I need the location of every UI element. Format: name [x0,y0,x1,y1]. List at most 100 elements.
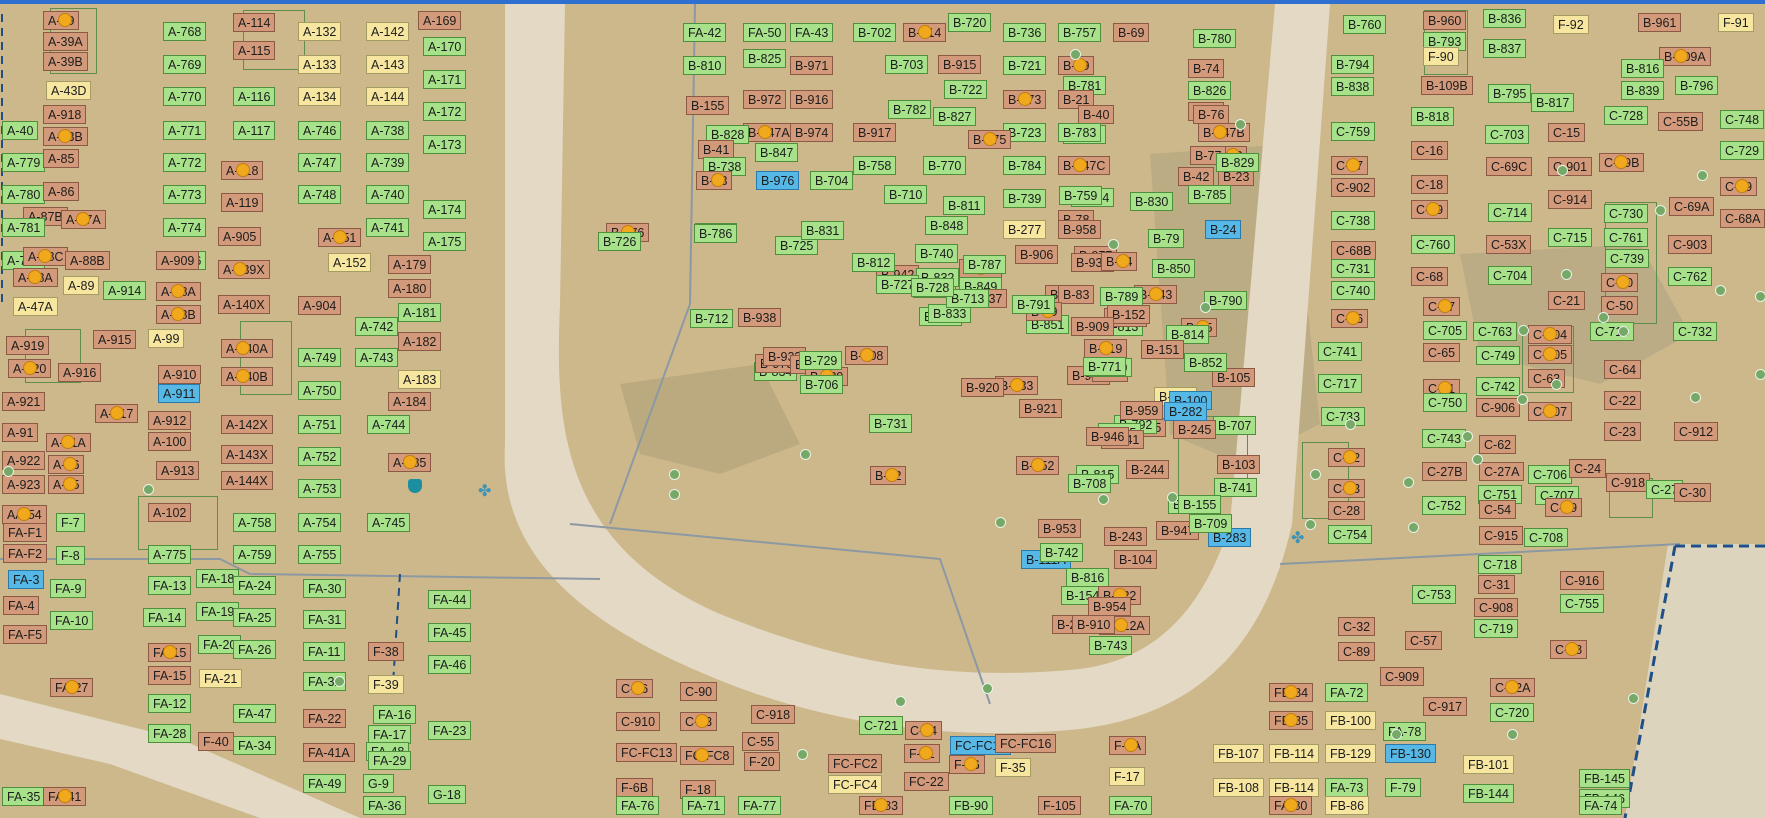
marker-dot[interactable] [110,406,124,420]
plot-label[interactable]: B-83 [1058,285,1095,304]
plot-label[interactable]: F-17 [1109,767,1145,786]
marker-dot[interactable] [1614,155,1628,169]
plot-label[interactable]: A-738 [366,121,410,140]
plot-label[interactable]: FA-10 [50,611,94,630]
plot-label[interactable]: FA-F5 [3,625,48,644]
plot-label[interactable]: A-745 [367,513,411,532]
plot-label[interactable]: A-773 [163,185,207,204]
plot-label[interactable]: A-99 [148,329,185,348]
marker-dot[interactable] [23,361,37,375]
plot-label[interactable]: A-768 [163,22,207,41]
plot-label[interactable]: B-109B [1421,76,1473,95]
plot-label[interactable]: C-918 [1606,473,1651,492]
plot-label[interactable]: A-102 [148,503,192,522]
plot-label[interactable]: FA-44 [428,590,472,609]
plot-label[interactable]: B-850 [1152,259,1196,278]
plot-label[interactable]: FA-49 [303,774,347,793]
plot-label[interactable]: A-746 [298,121,342,140]
plot-label[interactable]: A-171 [423,70,467,89]
plot-label[interactable]: A-750 [298,381,342,400]
plot-label[interactable]: A-759 [233,545,277,564]
plot-label[interactable]: A-904 [298,296,342,315]
plot-label[interactable]: A-749 [298,348,342,367]
plot-label[interactable]: A-775 [148,545,192,564]
plot-label[interactable]: B-707 [1213,416,1257,435]
marker-dot[interactable] [1343,481,1357,495]
plot-label[interactable]: C-903 [1668,235,1713,254]
plot-label[interactable]: A-911 [158,384,201,403]
marker-dot[interactable] [1284,798,1298,812]
marker-dot[interactable] [711,173,725,187]
plot-label[interactable]: C-902 [1331,178,1376,197]
plot-label[interactable]: B-839 [1621,81,1665,100]
plot-label[interactable]: A-909 [156,251,200,270]
plot-label[interactable]: B-916 [790,90,834,109]
marker-dot[interactable] [919,746,933,760]
marker-dot[interactable] [233,262,247,276]
plot-label[interactable]: FA-46 [428,655,472,674]
plot-label[interactable]: A-117 [233,121,276,140]
plot-label[interactable]: B-770 [923,156,967,175]
plot-label[interactable]: B-917 [853,123,897,142]
plot-label[interactable]: A-912 [148,411,192,430]
plot-label[interactable]: FC-FC13 [616,743,678,762]
plot-label[interactable]: FA-77 [738,796,782,815]
plot-label[interactable]: B-976 [756,171,800,190]
plot-label[interactable]: C-752 [1422,496,1467,515]
plot-label[interactable]: B-151 [1141,340,1185,359]
plot-label[interactable]: FB-86 [1325,796,1370,815]
plot-label[interactable]: B-155 [686,96,730,115]
plot-label[interactable]: B-831 [801,221,845,240]
plot-label[interactable]: B-836 [1483,9,1527,28]
plot-label[interactable]: FA-41A [303,743,355,762]
plot-label[interactable]: A-769 [163,55,207,74]
plot-label[interactable]: FB-114 [1269,744,1320,763]
plot-label[interactable]: C-54 [1479,500,1517,519]
plot-label[interactable]: F-8 [56,546,85,565]
plot-label[interactable]: A-770 [163,87,207,106]
plot-label[interactable]: C-89 [1338,642,1376,661]
marker-dot[interactable] [1073,158,1087,172]
plot-label[interactable]: FA-73 [1325,778,1369,797]
plot-label[interactable]: A-741 [366,218,410,237]
marker-dot[interactable] [171,284,185,298]
plot-label[interactable]: A-905 [218,227,262,246]
plot-label[interactable]: FA-21 [199,669,243,688]
plot-label[interactable]: FA-72 [1325,683,1369,702]
plot-label[interactable]: FA-42 [683,23,727,42]
plot-label[interactable]: B-712 [690,309,734,328]
plot-label[interactable]: C-909 [1380,667,1425,686]
plot-label[interactable]: B-938 [738,308,782,327]
plot-label[interactable]: B-795 [1488,84,1532,103]
plot-label[interactable]: C-31 [1478,575,1516,594]
plot-label[interactable]: FA-22 [303,709,347,728]
plot-label[interactable]: C-18 [1411,175,1449,194]
plot-label[interactable]: A-43D [46,81,92,100]
plot-label[interactable]: A-183 [398,370,442,389]
plot-label[interactable]: C-738 [1331,211,1376,230]
plot-label[interactable]: A-100 [148,432,192,451]
marker-dot[interactable] [1031,458,1045,472]
plot-label[interactable]: B-757 [1058,23,1102,42]
plot-label[interactable]: B-794 [1331,55,1375,74]
plot-label[interactable]: A-116 [233,87,276,106]
plot-label[interactable]: A-781 [2,218,46,237]
plot-label[interactable]: A-88B [65,251,110,270]
marker-dot[interactable] [1343,450,1357,464]
marker-dot[interactable] [1438,299,1452,313]
plot-label[interactable]: B-852 [1184,353,1228,372]
plot-label[interactable]: C-27B [1422,462,1468,481]
plot-label[interactable]: A-169 [418,11,462,30]
plot-label[interactable]: B-782 [888,100,932,119]
plot-label[interactable]: B-972 [743,90,787,109]
marker-dot[interactable] [1543,327,1557,341]
marker-dot[interactable] [1149,287,1163,301]
marker-dot[interactable] [1505,680,1519,694]
marker-dot[interactable] [1213,125,1227,139]
plot-label[interactable]: FB-144 [1463,784,1514,803]
marker-dot[interactable] [1124,738,1138,752]
plot-label[interactable]: A-747 [298,153,342,172]
plot-label[interactable]: FA-25 [233,608,277,627]
plot-label[interactable]: A-172 [423,102,467,121]
plot-label[interactable]: A-772 [163,153,207,172]
